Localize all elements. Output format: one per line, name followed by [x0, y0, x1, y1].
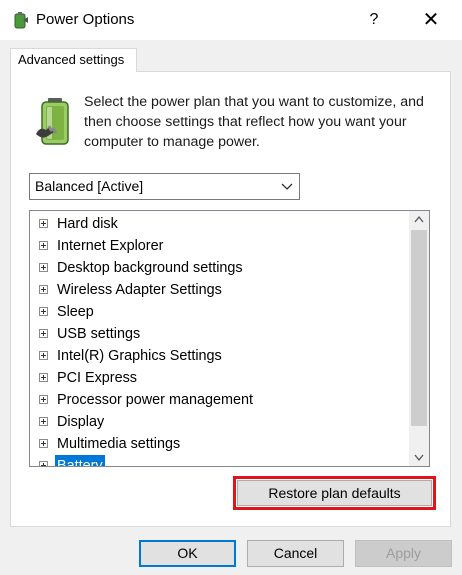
tree-item-display[interactable]: Display [30, 411, 408, 433]
title-bar: Power Options ? ✕ [0, 0, 462, 40]
expand-icon[interactable] [39, 329, 48, 338]
tree-item-usb-settings[interactable]: USB settings [30, 323, 408, 345]
vertical-scrollbar[interactable] [409, 211, 429, 466]
restore-plan-defaults-button[interactable]: Restore plan defaults [237, 480, 432, 506]
battery-plug-icon [36, 98, 69, 145]
tree-item-label: USB settings [57, 326, 141, 342]
tree-item-processor-power[interactable]: Processor power management [30, 389, 408, 411]
settings-tree[interactable]: Hard disk Internet Explorer Desktop back… [29, 210, 430, 467]
power-plan-dropdown[interactable]: Balanced [Active] [29, 173, 300, 200]
tree-item-desktop-background[interactable]: Desktop background settings [30, 257, 408, 279]
expand-icon[interactable] [39, 373, 48, 382]
expand-icon[interactable] [39, 285, 48, 294]
cancel-button[interactable]: Cancel [247, 540, 344, 567]
scroll-thumb[interactable] [411, 230, 427, 426]
tree-item-label: Wireless Adapter Settings [57, 282, 222, 298]
tree-item-multimedia[interactable]: Multimedia settings [30, 433, 408, 455]
expand-icon[interactable] [39, 417, 48, 426]
expand-icon[interactable] [39, 439, 48, 448]
tree-item-hard-disk[interactable]: Hard disk [30, 213, 408, 235]
expand-icon[interactable] [39, 241, 48, 250]
tree-item-pci-express[interactable]: PCI Express [30, 367, 408, 389]
power-plan-value: Balanced [Active] [35, 178, 144, 194]
intro-description: Select the power plan that you want to c… [84, 94, 424, 150]
tree-item-intel-graphics[interactable]: Intel(R) Graphics Settings [30, 345, 408, 367]
expand-icon[interactable] [39, 263, 48, 272]
expand-icon[interactable] [39, 461, 48, 466]
expand-icon[interactable] [39, 307, 48, 316]
window-title: Power Options [36, 11, 135, 28]
scroll-up-icon[interactable] [409, 211, 429, 228]
tab-advanced-settings[interactable]: Advanced settings [10, 48, 137, 72]
tree-item-internet-explorer[interactable]: Internet Explorer [30, 235, 408, 257]
help-button[interactable]: ? [360, 6, 388, 34]
tree-item-label: Sleep [57, 304, 94, 320]
tree-item-label: Display [57, 414, 105, 430]
power-options-icon [14, 12, 28, 29]
chevron-down-icon [281, 183, 293, 190]
tree-item-label: Battery [55, 455, 105, 466]
apply-button[interactable]: Apply [355, 540, 452, 567]
ok-button[interactable]: OK [139, 540, 236, 567]
expand-icon[interactable] [39, 351, 48, 360]
tree-item-battery[interactable]: Battery [30, 455, 408, 466]
tree-item-label: PCI Express [57, 370, 137, 386]
tree-item-wireless-adapter[interactable]: Wireless Adapter Settings [30, 279, 408, 301]
tree-item-label: Hard disk [57, 216, 118, 232]
close-button[interactable]: ✕ [416, 6, 446, 34]
tree-item-label: Internet Explorer [57, 238, 164, 254]
scroll-down-icon[interactable] [409, 449, 429, 466]
expand-icon[interactable] [39, 219, 48, 228]
tree-item-label: Processor power management [57, 392, 253, 408]
expand-icon[interactable] [39, 395, 48, 404]
tree-item-sleep[interactable]: Sleep [30, 301, 408, 323]
tree-item-label: Desktop background settings [57, 260, 243, 276]
tree-item-label: Multimedia settings [57, 436, 181, 452]
tree-item-label: Intel(R) Graphics Settings [57, 348, 222, 364]
